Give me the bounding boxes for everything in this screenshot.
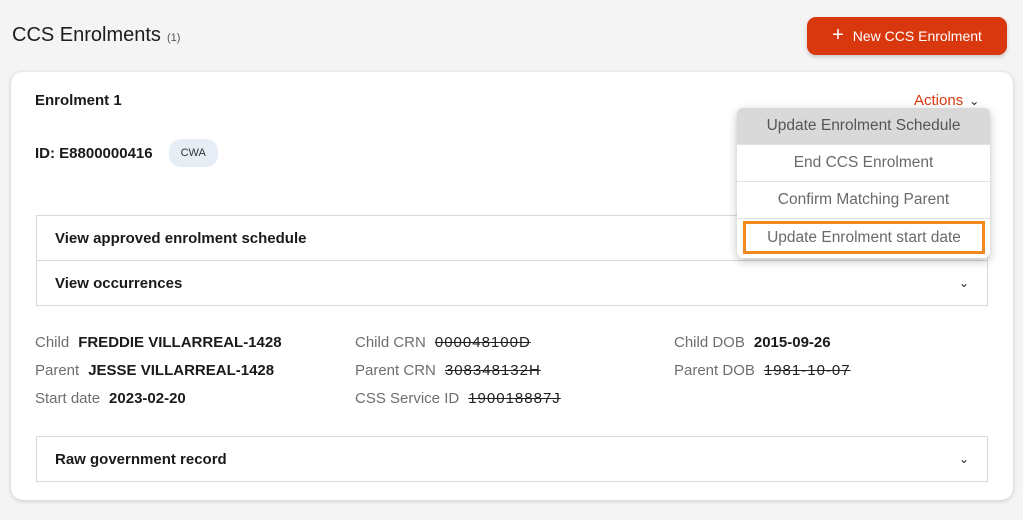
child-dob: 2015-09-26 [753,334,831,351]
chevron-down-icon: ⌄ [969,93,980,108]
actions-label: Actions [914,92,964,109]
page: CCS Enrolments (1) + New CCS Enrolment E… [0,0,1023,520]
chevron-down-icon: ⌄ [958,452,969,466]
parent-dob: 1981-10-07 [763,362,851,379]
menu-item-end-enrolment[interactable]: End CCS Enrolment [737,145,990,182]
service-id: 190018887J [468,390,561,407]
start-date: 2023-02-20 [109,390,186,407]
menu-item-update-schedule[interactable]: Update Enrolment Schedule [737,108,990,145]
parent-crn-field: Parent CRN 308348132H [355,362,541,379]
child-dob-field: Child DOB 2015-09-26 [674,334,831,351]
status-badge: CWA [168,139,218,167]
parent-dob-field: Parent DOB 1981-10-07 [674,362,851,379]
child-name: FREDDIE VILLARREAL-1428 [78,334,282,351]
start-date-field: Start date 2023-02-20 [35,390,186,407]
parent-crn: 308348132H [444,362,541,379]
parent-name: JESSE VILLARREAL-1428 [88,362,275,379]
raw-record-section-label: Raw government record [55,450,227,468]
enrolment-id-row: ID: E8800000416 CWA [35,139,218,167]
new-ccs-enrolment-label: New CCS Enrolment [852,28,982,44]
occurrences-section[interactable]: View occurrences ⌄ [36,260,988,306]
child-field: Child FREDDIE VILLARREAL-1428 [35,334,282,351]
schedule-section-label: View approved enrolment schedule [55,229,307,247]
page-title: CCS Enrolments (1) [12,24,180,47]
new-ccs-enrolment-button[interactable]: + New CCS Enrolment [807,17,1007,55]
raw-record-section[interactable]: Raw government record ⌄ [36,436,988,482]
plus-icon: + [832,24,844,46]
page-title-text: CCS Enrolments [12,24,161,46]
child-crn-field: Child CRN 000048100D [355,334,531,351]
parent-field: Parent JESSE VILLARREAL-1428 [35,362,275,379]
occurrences-section-label: View occurrences [55,274,183,292]
enrolment-count: (1) [166,32,181,44]
child-crn: 000048100D [434,334,531,351]
menu-item-confirm-parent[interactable]: Confirm Matching Parent [737,182,990,219]
enrolment-title: Enrolment 1 [35,92,122,109]
actions-button[interactable]: Actions ⌄ [914,92,979,109]
actions-menu: Update Enrolment Schedule End CCS Enrolm… [737,108,990,258]
menu-item-update-start-date[interactable]: Update Enrolment start date [743,221,985,254]
service-id-field: CSS Service ID 190018887J [355,390,561,407]
enrolment-id: ID: E8800000416 [35,144,153,162]
chevron-down-icon: ⌄ [958,276,969,290]
